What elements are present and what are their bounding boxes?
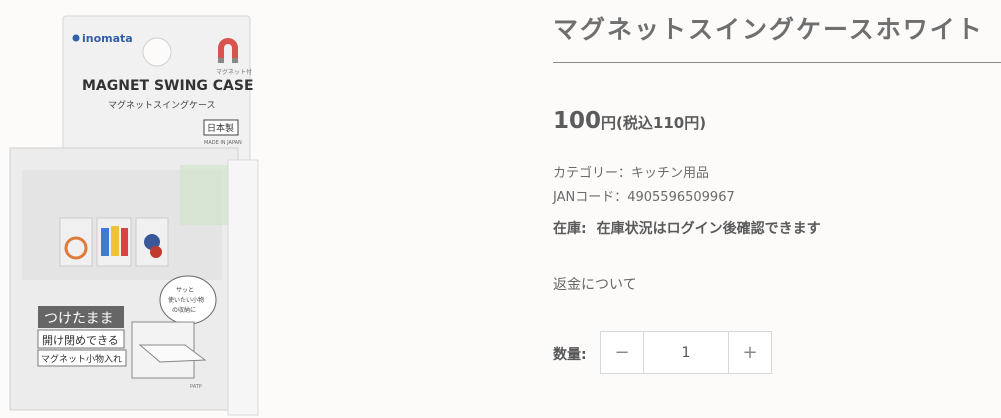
stock-label: 在庫:: [553, 221, 587, 237]
quantity-stepper: − 1 +: [600, 331, 772, 374]
bubble-line-2: 使いたい小物: [168, 296, 204, 304]
made-in-label: 日本製: [207, 122, 234, 134]
promo-line-3: マグネット小物入れ: [41, 353, 122, 365]
package-name-en: MAGNET SWING CASE: [82, 78, 254, 94]
price-value: 100: [553, 108, 602, 134]
price: 100円(税込110円): [553, 108, 706, 134]
quantity-label: 数量:: [553, 347, 587, 363]
quantity-plus-button[interactable]: +: [729, 332, 771, 373]
quantity-input[interactable]: 1: [643, 332, 729, 373]
refund-link[interactable]: 返金について: [553, 274, 637, 294]
brand-logo-icon: [72, 34, 80, 42]
package-code: PATP: [190, 384, 202, 390]
product-category: カテゴリー：キッチン用品: [553, 166, 710, 181]
price-tax: (税込110円): [616, 114, 707, 132]
product-title: マグネットスイングケースホワイト: [553, 15, 984, 44]
magnet-note: マグネット付: [216, 68, 252, 76]
hang-hole: [142, 37, 172, 67]
title-divider: [553, 62, 1001, 63]
stock-value: 在庫状況はログイン後確認できます: [596, 221, 821, 237]
bubble-line-3: の収納に: [172, 306, 196, 314]
price-unit: 円: [601, 114, 617, 132]
brand-text: inomata: [82, 32, 133, 45]
promo-line-2: 開け閉めできる: [42, 334, 119, 347]
promo-line-1: つけたまま: [44, 311, 114, 327]
bubble-line-1: サッと: [176, 287, 194, 294]
stock-info: 在庫: 在庫状況はログイン後確認できます: [553, 218, 821, 238]
quantity-minus-button[interactable]: −: [601, 332, 643, 373]
product-image: inomata マグネット付 MAGNET SWING CASE マグネットスイ…: [0, 0, 500, 418]
product-jan-code: JANコード：4905596509967: [553, 190, 735, 205]
case-side: [227, 159, 259, 416]
product-package-illustration: inomata マグネット付 MAGNET SWING CASE マグネットスイ…: [9, 15, 259, 416]
package-name-ja: マグネットスイングケース: [108, 99, 216, 111]
made-in-en: MADE IN JAPAN: [204, 140, 242, 146]
product-info-panel: マグネットスイングケースホワイト 100円(税込110円) カテゴリー：キッチン…: [553, 0, 1001, 418]
